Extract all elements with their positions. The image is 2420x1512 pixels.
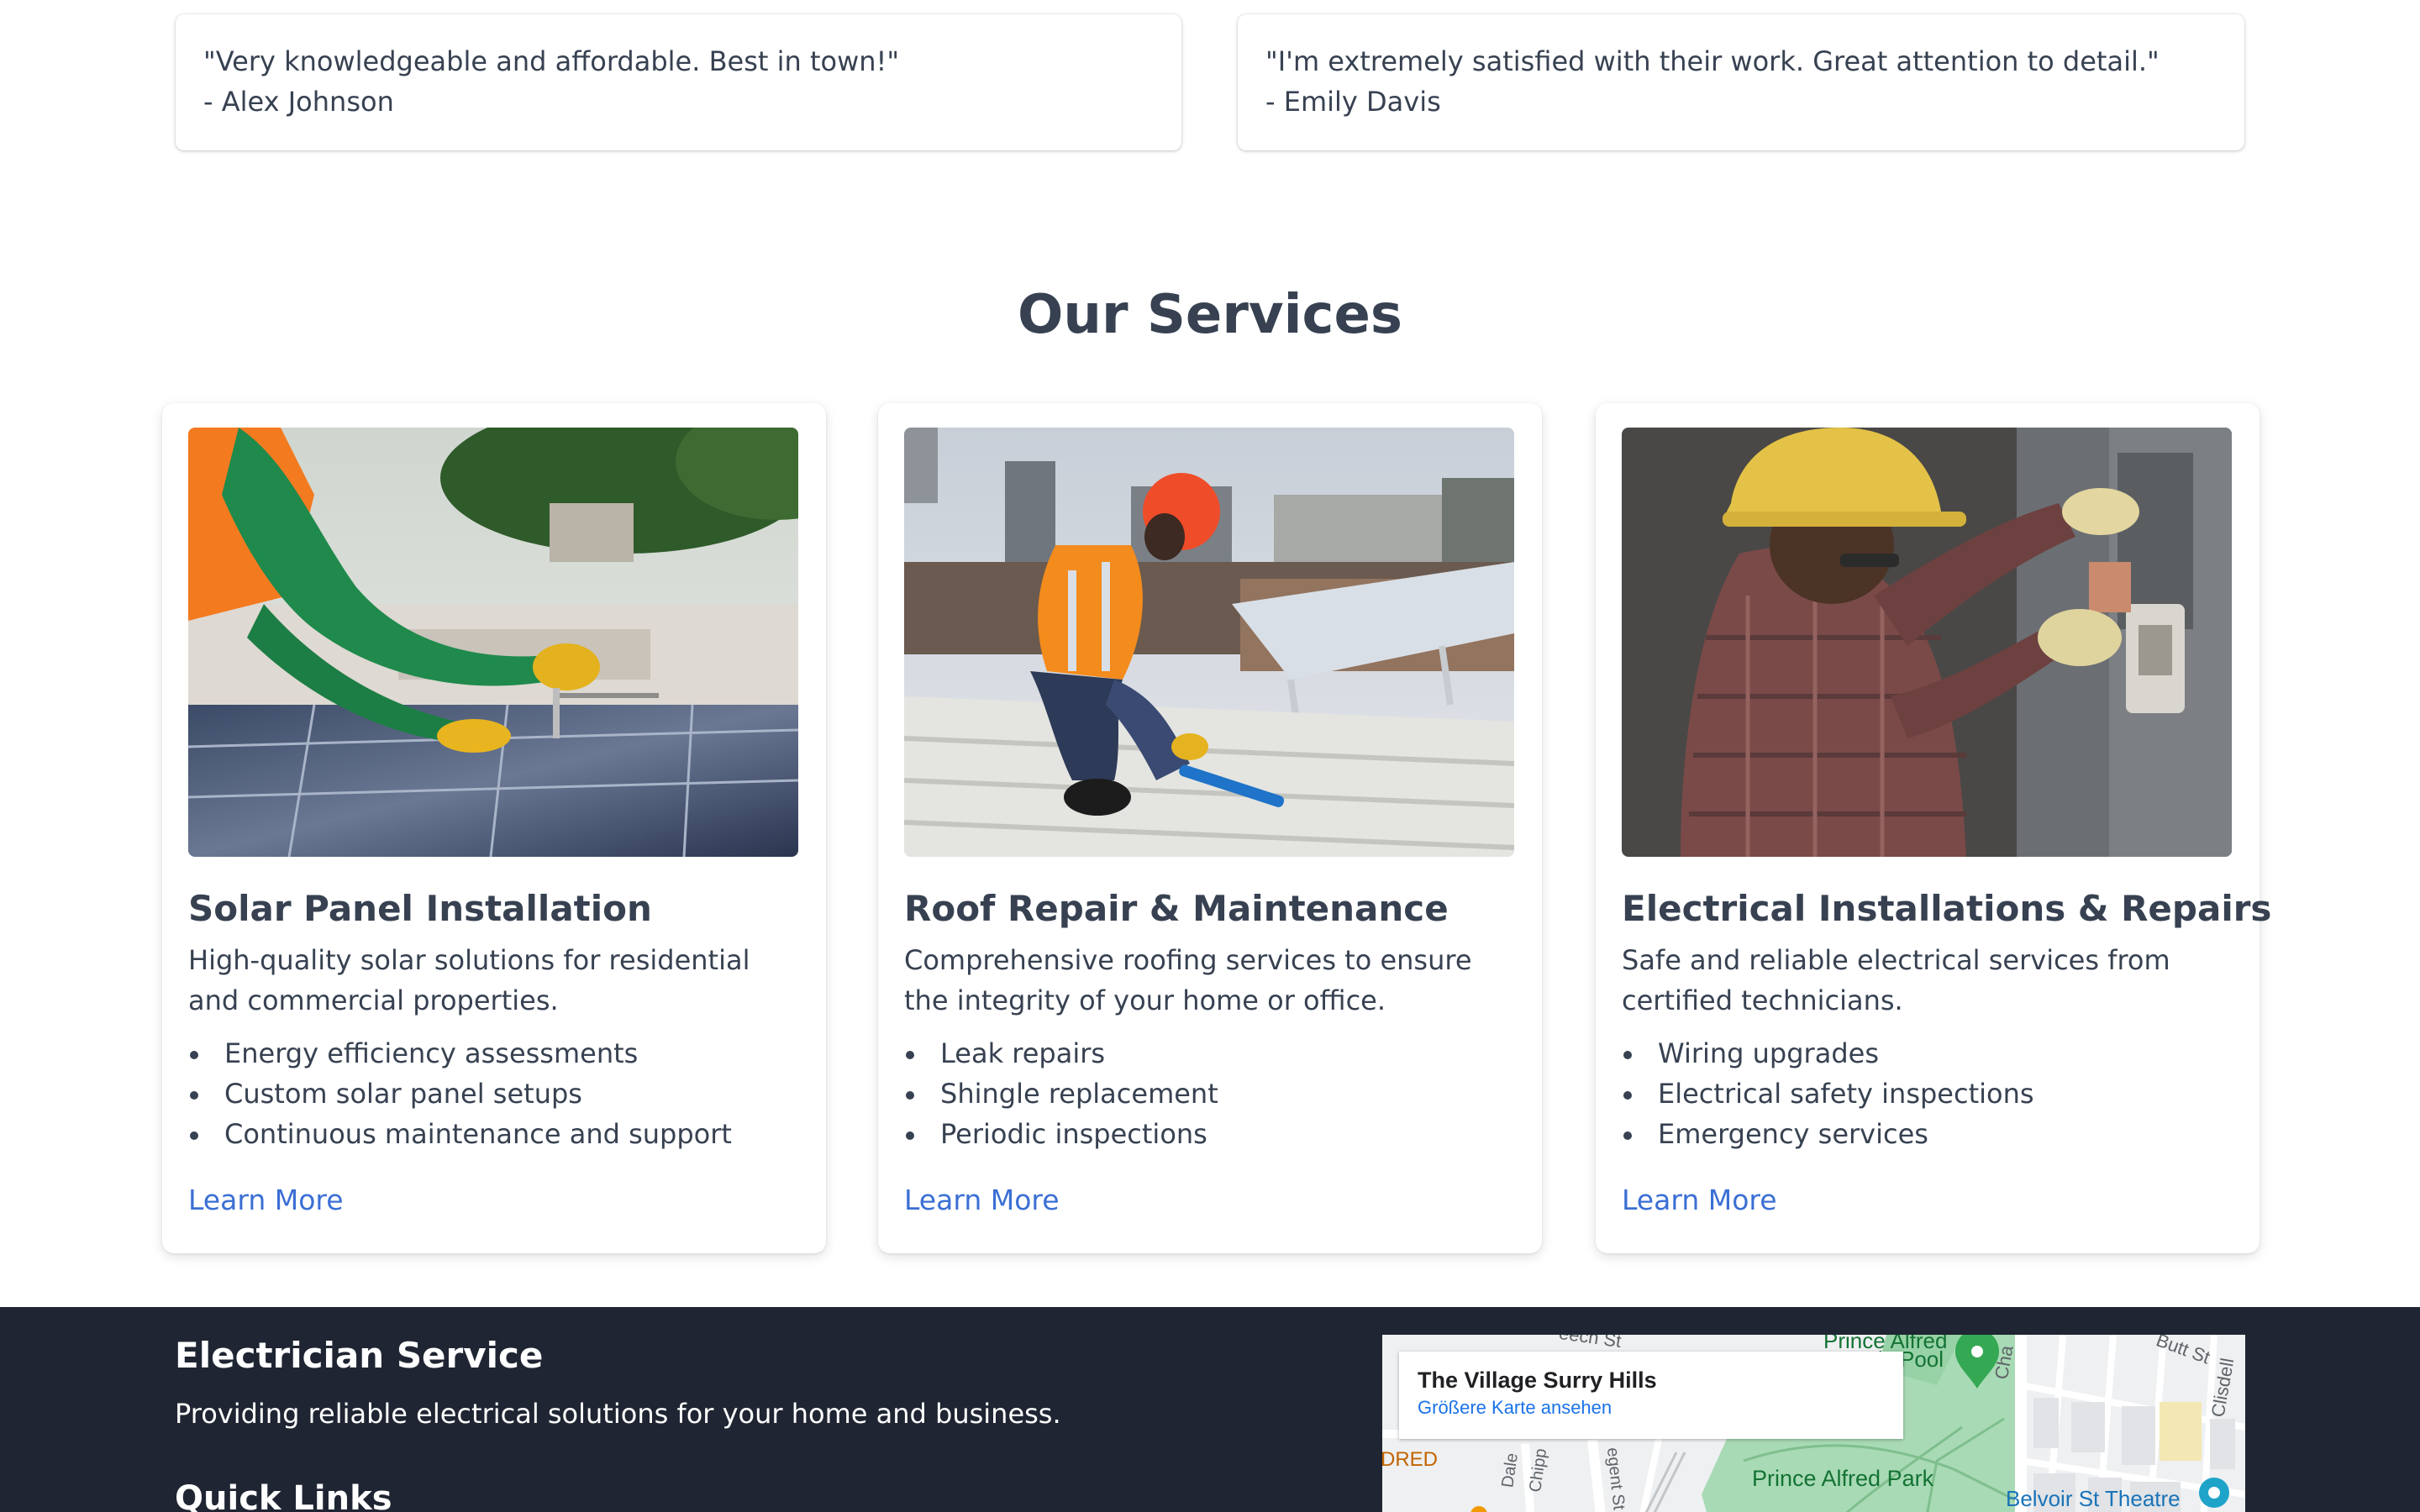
service-feature: Emergency services: [1622, 1114, 2233, 1154]
service-feature: Custom solar panel setups: [188, 1074, 800, 1114]
testimonial-card: "Very knowledgeable and affordable. Best…: [176, 14, 1181, 150]
footer: Electrician Service Providing reliable e…: [0, 1307, 2420, 1512]
service-feature: Periodic inspections: [904, 1114, 1516, 1154]
map-place-card: The Village Surry Hills Größere Karte an…: [1399, 1352, 1903, 1439]
learn-more-link[interactable]: Learn More: [1622, 1180, 1777, 1221]
testimonial-quote: "I'm extremely satisfied with their work…: [1265, 45, 2160, 77]
footer-tagline: Providing reliable electrical solutions …: [175, 1398, 1061, 1430]
map-place-name: The Village Surry Hills: [1418, 1368, 1657, 1393]
service-feature: Leak repairs: [904, 1033, 1516, 1074]
map-label-belvoir: Belvoir St Theatre: [2006, 1486, 2181, 1511]
service-description: Safe and reliable electrical services fr…: [1622, 944, 2170, 1016]
learn-more-link[interactable]: Learn More: [188, 1180, 344, 1221]
service-feature: Shingle replacement: [904, 1074, 1516, 1114]
testimonial-author: - Emily Davis: [1265, 86, 1441, 118]
testimonial-card: "I'm extremely satisfied with their work…: [1238, 14, 2244, 150]
service-description: Comprehensive roofing services to ensure…: [904, 944, 1472, 1016]
testimonial-quote: "Very knowledgeable and affordable. Best…: [203, 45, 900, 77]
roof-repair-image: [904, 428, 1514, 857]
service-card-roof: Roof Repair & Maintenance Comprehensive …: [878, 403, 1542, 1253]
services-heading: Our Services: [1018, 284, 1402, 346]
service-card-solar: Solar Panel Installation High-quality so…: [162, 403, 826, 1253]
learn-more-link[interactable]: Learn More: [904, 1180, 1060, 1221]
embedded-map[interactable]: eech St Prince Alfred ic Pool Butt St Ch…: [1382, 1335, 2245, 1512]
service-title: Electrical Installations & Repairs: [1622, 888, 2272, 929]
testimonial-author: - Alex Johnson: [203, 86, 394, 118]
service-feature: Wiring upgrades: [1622, 1033, 2233, 1074]
service-title: Solar Panel Installation: [188, 888, 652, 929]
service-feature-list: Wiring upgrades Electrical safety inspec…: [1622, 1033, 2233, 1154]
solar-installation-image: [188, 428, 798, 857]
map-label-red: DRED: [1382, 1448, 1439, 1471]
footer-brand: Electrician Service: [175, 1335, 544, 1376]
electrical-repair-image: [1622, 428, 2232, 857]
service-card-electrical: Electrical Installations & Repairs Safe …: [1596, 403, 2272, 1253]
service-feature: Energy efficiency assessments: [188, 1033, 800, 1074]
service-feature-list: Leak repairs Shingle replacement Periodi…: [904, 1033, 1516, 1154]
service-feature: Electrical safety inspections: [1622, 1074, 2233, 1114]
quick-links-heading: Quick Links: [175, 1479, 392, 1512]
service-title: Roof Repair & Maintenance: [904, 888, 1449, 929]
larger-map-link[interactable]: Größere Karte ansehen: [1418, 1395, 1885, 1420]
testimonials-section: "Very knowledgeable and affordable. Best…: [176, 14, 2244, 150]
map-label-prince-alfred-park: Prince Alfred Park: [1752, 1466, 1934, 1491]
service-feature-list: Energy efficiency assessments Custom sol…: [188, 1033, 800, 1154]
service-feature: Continuous maintenance and support: [188, 1114, 800, 1154]
service-description: High-quality solar solutions for residen…: [188, 944, 750, 1016]
